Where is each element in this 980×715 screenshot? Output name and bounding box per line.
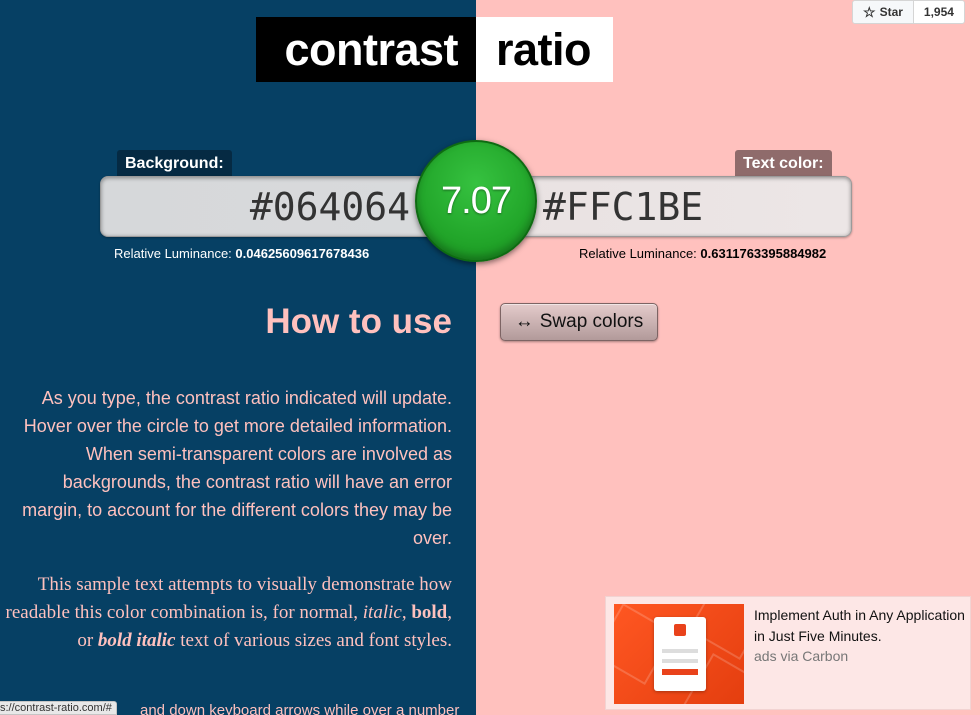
sample-bold-italic: bold italic: [97, 630, 176, 651]
contrast-ratio-circle[interactable]: 7.07: [415, 140, 537, 262]
text-color-luminance-label: Relative Luminance:: [579, 246, 697, 261]
star-icon: ☆: [863, 4, 876, 20]
background-color-input[interactable]: [120, 180, 410, 234]
background-luminance-value: 0.04625609617678436: [235, 246, 370, 261]
text-color-luminance: Relative Luminance: 0.6311763395884982: [579, 246, 826, 261]
how-to-use-paragraph: As you type, the contrast ratio indicate…: [22, 388, 452, 548]
github-star-label: Star: [879, 5, 903, 19]
github-star-count[interactable]: 1,954: [913, 0, 965, 24]
background-luminance: Relative Luminance: 0.04625609617678436: [114, 246, 369, 261]
ad-via-carbon[interactable]: ads via Carbon: [754, 648, 848, 664]
sample-text-d: text of various sizes and font styles.: [175, 630, 452, 651]
github-star-widget: ☆ Star 1,954: [852, 0, 965, 24]
text-color-luminance-value: 0.6311763395884982: [700, 246, 827, 261]
how-to-use-heading: How to use: [265, 302, 452, 341]
ad-image[interactable]: [614, 604, 744, 704]
title-contrast: contrast: [256, 17, 476, 82]
carbon-ad[interactable]: Implement Auth in Any Application in Jus…: [605, 596, 971, 710]
swap-colors-label: Swap colors: [539, 311, 644, 332]
github-star-button[interactable]: ☆ Star: [852, 0, 914, 24]
background-label: Background:: [117, 150, 232, 178]
sample-bold: bold: [411, 602, 448, 623]
swap-arrows-icon: ↔: [514, 311, 534, 332]
status-bar-url: s://contrast-ratio.com/#: [0, 701, 117, 715]
sample-text-b: ,: [401, 602, 412, 623]
keyboard-hint-text: and down keyboard arrows while over a nu…: [140, 702, 460, 715]
background-luminance-label: Relative Luminance:: [114, 246, 232, 261]
login-card-illustration: [654, 617, 706, 691]
ad-title[interactable]: Implement Auth in Any Application in Jus…: [754, 605, 966, 647]
sample-italic: italic: [362, 602, 402, 623]
swap-colors-button[interactable]: ↔ Swap colors: [500, 303, 658, 341]
text-color-label: Text color:: [735, 150, 832, 178]
sample-text-paragraph: This sample text attempts to visually de…: [0, 571, 452, 655]
title-ratio: ratio: [476, 17, 613, 82]
text-color-input[interactable]: [543, 180, 833, 234]
